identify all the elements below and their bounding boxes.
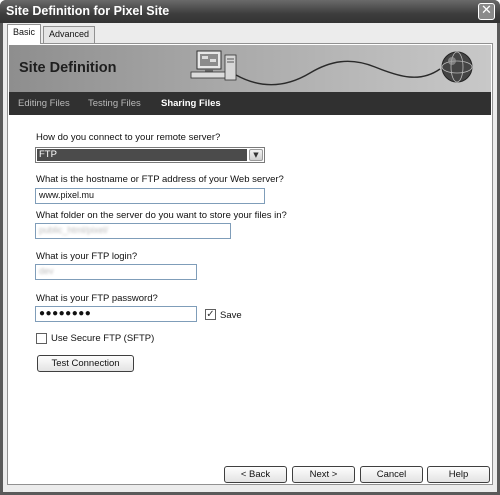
sftp-label[interactable]: Use Secure FTP (SFTP) xyxy=(51,333,154,344)
tab-basic[interactable]: Basic xyxy=(7,24,42,44)
close-icon[interactable]: ✕ xyxy=(478,3,495,20)
wizard-steps-bar: Editing Files Testing Files Sharing File… xyxy=(9,92,491,115)
next-button[interactable]: Next > xyxy=(292,466,355,483)
hostname-label: What is the hostname or FTP address of y… xyxy=(36,174,284,185)
back-button[interactable]: < Back xyxy=(224,466,287,483)
site-definition-banner: Site Definition xyxy=(9,45,491,92)
ftp-login-value: dev xyxy=(39,266,54,276)
sftp-checkbox[interactable] xyxy=(36,333,47,344)
chevron-down-icon[interactable]: ▼ xyxy=(249,149,263,161)
step-editing-files[interactable]: Editing Files xyxy=(18,98,70,109)
connect-method-value: FTP xyxy=(37,149,247,161)
step-sharing-files[interactable]: Sharing Files xyxy=(161,98,221,109)
window-title: Site Definition for Pixel Site xyxy=(6,4,170,18)
connect-method-select[interactable]: FTP ▼ xyxy=(35,147,265,163)
banner-title: Site Definition xyxy=(19,60,117,76)
remote-folder-input[interactable]: public_html/pixel/ xyxy=(35,223,231,239)
connect-method-label: How do you connect to your remote server… xyxy=(36,132,221,143)
ftp-password-input[interactable]: ●●●●●●●● xyxy=(35,306,197,322)
remote-folder-value: public_html/pixel/ xyxy=(39,225,109,235)
network-illustration-icon xyxy=(190,50,473,86)
cancel-button[interactable]: Cancel xyxy=(360,466,423,483)
ftp-login-input[interactable]: dev xyxy=(35,264,197,280)
remote-folder-label: What folder on the server do you want to… xyxy=(36,210,287,221)
help-button[interactable]: Help xyxy=(427,466,490,483)
ftp-login-label: What is your FTP login? xyxy=(36,251,138,262)
save-password-checkbox[interactable]: ✓ xyxy=(205,309,216,320)
test-connection-button[interactable]: Test Connection xyxy=(37,355,134,372)
hostname-input[interactable]: www.pixel.mu xyxy=(35,188,265,204)
title-bar[interactable]: Site Definition for Pixel Site ✕ xyxy=(0,0,500,23)
save-password-label[interactable]: Save xyxy=(220,310,242,321)
tab-advanced[interactable]: Advanced xyxy=(43,26,96,43)
site-definition-window: Site Definition for Pixel Site ✕ Basic A… xyxy=(0,0,500,495)
step-testing-files[interactable]: Testing Files xyxy=(88,98,141,109)
ftp-password-label: What is your FTP password? xyxy=(36,293,158,304)
